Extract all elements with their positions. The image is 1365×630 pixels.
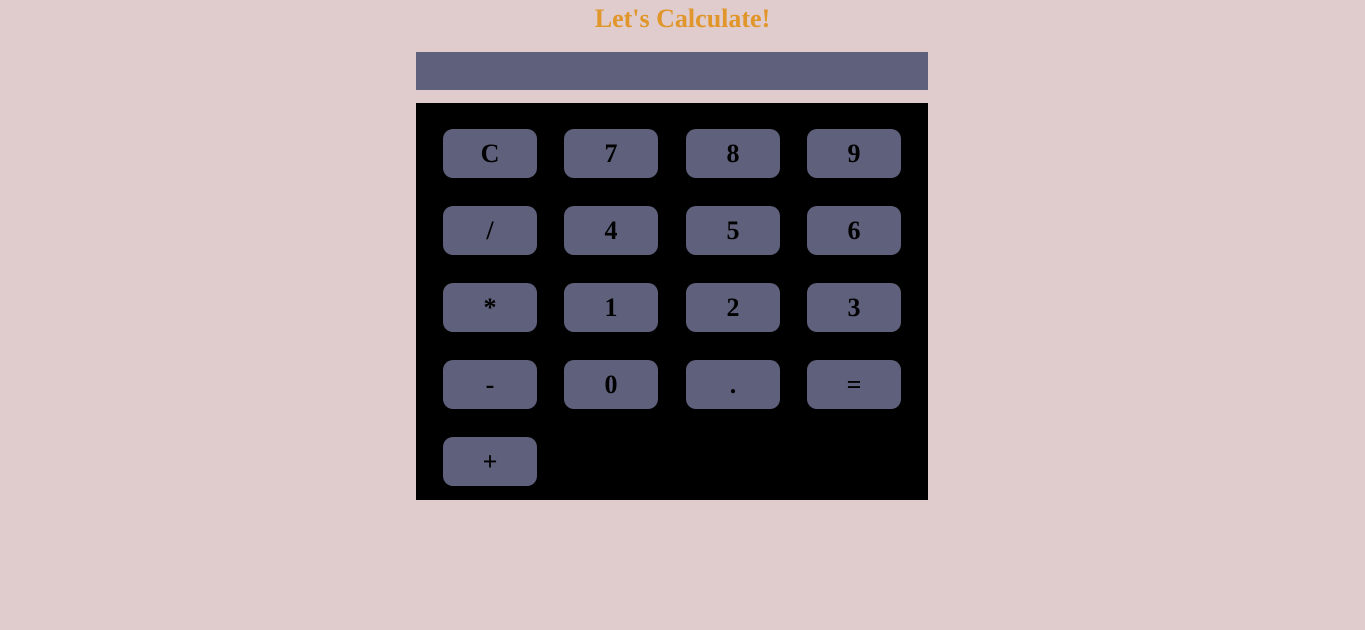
digit-2-button[interactable]: 2: [686, 283, 780, 332]
decimal-button[interactable]: .: [686, 360, 780, 409]
subtract-button[interactable]: -: [443, 360, 537, 409]
digit-6-button[interactable]: 6: [807, 206, 901, 255]
divide-button[interactable]: /: [443, 206, 537, 255]
digit-9-button[interactable]: 9: [807, 129, 901, 178]
calculator-display[interactable]: [416, 52, 928, 90]
digit-8-button[interactable]: 8: [686, 129, 780, 178]
digit-7-button[interactable]: 7: [564, 129, 658, 178]
digit-0-button[interactable]: 0: [564, 360, 658, 409]
equals-button[interactable]: =: [807, 360, 901, 409]
clear-button[interactable]: C: [443, 129, 537, 178]
digit-5-button[interactable]: 5: [686, 206, 780, 255]
page-title: Let's Calculate!: [594, 4, 771, 33]
add-button[interactable]: +: [443, 437, 537, 486]
multiply-button[interactable]: *: [443, 283, 537, 332]
keypad: C 7 8 9 / 4 5 6 * 1 2 3 - 0 . = +: [416, 103, 928, 500]
digit-1-button[interactable]: 1: [564, 283, 658, 332]
digit-4-button[interactable]: 4: [564, 206, 658, 255]
digit-3-button[interactable]: 3: [807, 283, 901, 332]
